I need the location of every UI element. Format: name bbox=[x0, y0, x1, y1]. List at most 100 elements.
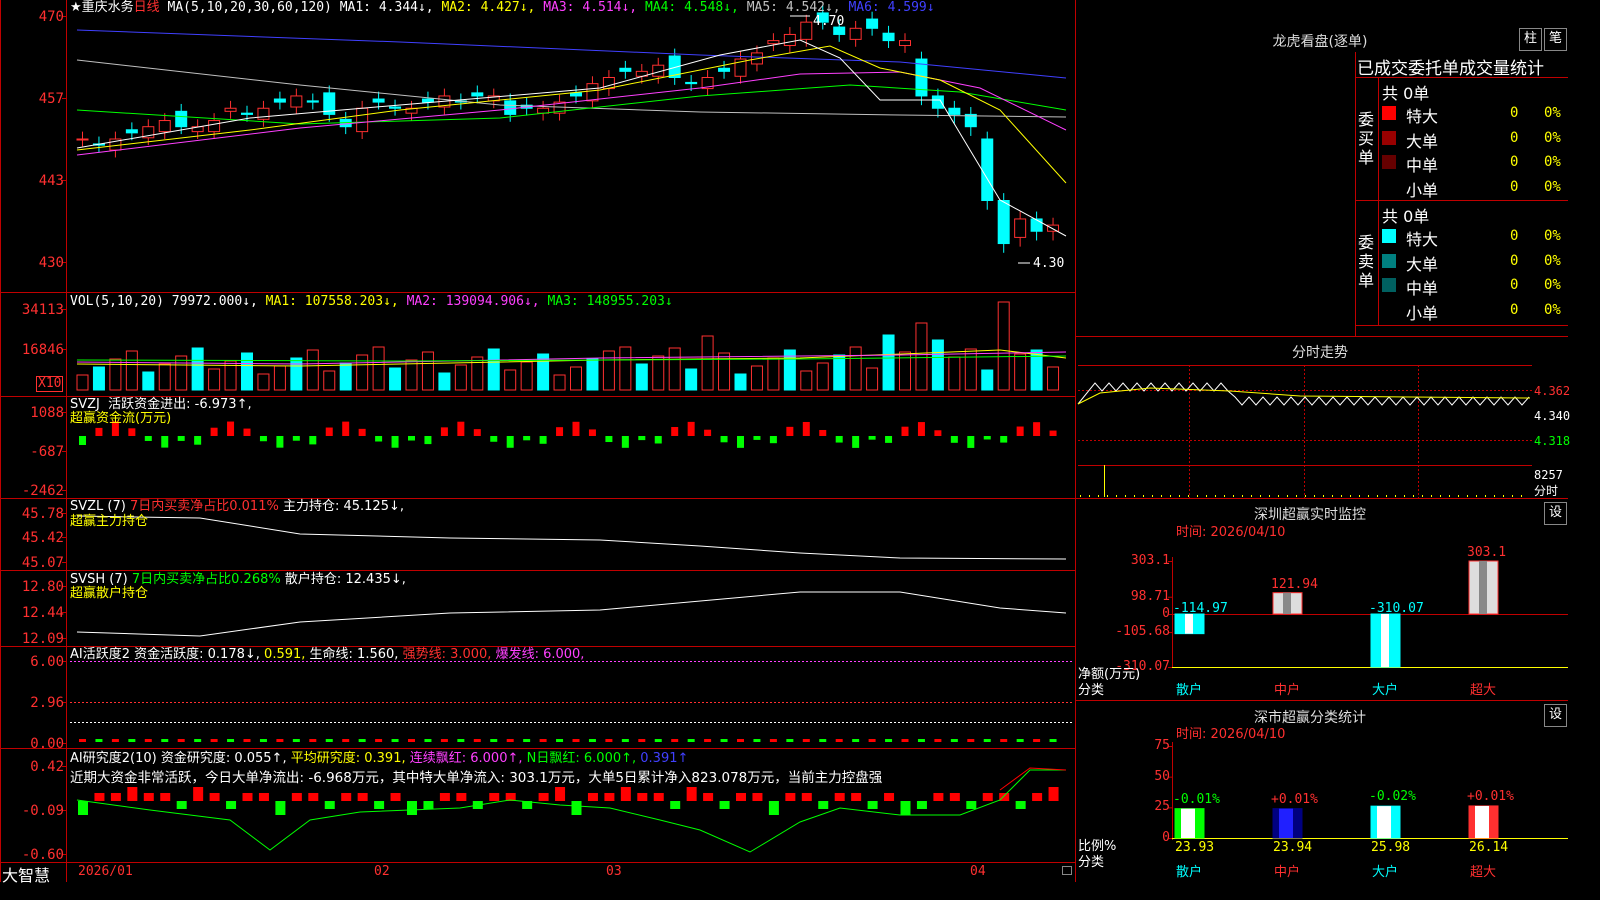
retail-holding-line bbox=[76, 591, 1067, 637]
svzj-y-label: 1088 bbox=[30, 405, 64, 421]
classify-category: 大户 bbox=[1372, 865, 1399, 880]
flow-bar bbox=[753, 436, 761, 440]
vol-unit-badge[interactable]: X10 bbox=[36, 376, 64, 392]
activity-bar bbox=[440, 739, 448, 742]
period-label[interactable]: 日线 bbox=[134, 0, 160, 15]
buy-side-label: 委买单 bbox=[1357, 110, 1374, 167]
classify-bar-highlight bbox=[1475, 805, 1489, 838]
monitor-category-label: 分类 bbox=[1078, 683, 1105, 698]
ma2-value: MA2: 4.427↓, bbox=[441, 0, 536, 15]
activity-bar bbox=[276, 739, 284, 742]
flow-bar bbox=[835, 436, 843, 443]
buy-type: 中单 bbox=[1406, 156, 1439, 175]
research-bar bbox=[686, 787, 697, 801]
candlestick bbox=[241, 112, 253, 115]
monitor-bar-highlight bbox=[1381, 614, 1389, 667]
research-bar bbox=[555, 787, 566, 801]
flow-bar bbox=[687, 421, 695, 436]
volume-bar bbox=[750, 365, 763, 391]
research-bar bbox=[374, 801, 385, 809]
stock-chart-canvas[interactable] bbox=[0, 0, 1568, 882]
ai2-n-day-red: N日飘红: 6.000↑, bbox=[526, 751, 637, 766]
sell-row: 中单 0 0% bbox=[1380, 275, 1568, 298]
svzj-title: SVZJ bbox=[70, 397, 100, 412]
flow-bar bbox=[605, 436, 613, 443]
volume-bar bbox=[372, 346, 385, 391]
sell-row: 特大 0 0% bbox=[1380, 226, 1568, 249]
research-bar bbox=[620, 787, 631, 801]
research-bar bbox=[209, 793, 220, 801]
research-bar bbox=[818, 801, 829, 809]
activity-bar bbox=[868, 739, 876, 742]
color-swatch bbox=[1382, 278, 1396, 292]
activity-bar bbox=[917, 739, 925, 742]
activity-bar bbox=[967, 739, 975, 742]
research-bar bbox=[966, 801, 977, 809]
intraday-bottom-label: 分时 bbox=[1534, 484, 1559, 498]
research-curve-red bbox=[999, 767, 1067, 791]
activity-bar bbox=[210, 739, 218, 742]
intraday-price-label: 4.362 bbox=[1534, 384, 1571, 398]
buy-percent: 0% bbox=[1544, 105, 1561, 121]
volume-bar bbox=[241, 352, 253, 391]
research-bar bbox=[226, 801, 237, 809]
ma5-value: MA5: 4.542↓, bbox=[746, 0, 841, 15]
vol-ma2: MA2: 139094.906↓, bbox=[406, 294, 540, 309]
volume-bar bbox=[356, 354, 369, 391]
tick-mode-button[interactable]: 笔 bbox=[1544, 28, 1567, 51]
research-bar bbox=[785, 793, 796, 801]
bar-mode-button[interactable]: 柱 bbox=[1519, 28, 1542, 51]
research-bar bbox=[341, 793, 352, 801]
ai2-research: 资金研究度: 0.055↑, bbox=[160, 751, 287, 766]
monitor-settings-button[interactable]: 设 bbox=[1544, 502, 1567, 525]
monitor-bar-highlight bbox=[1283, 592, 1291, 614]
classify-value-label: 25.98 bbox=[1371, 840, 1411, 855]
candlestick bbox=[1030, 218, 1043, 232]
candlestick bbox=[504, 100, 517, 115]
volume-bar bbox=[323, 370, 336, 391]
color-swatch bbox=[1382, 130, 1396, 145]
candlestick bbox=[290, 95, 303, 108]
candlestick bbox=[767, 40, 780, 45]
sell-count: 0 bbox=[1510, 301, 1519, 318]
activity-bar bbox=[161, 739, 169, 742]
research-bar bbox=[176, 801, 187, 809]
volume-bar bbox=[421, 351, 434, 391]
ma6-value: MA6: 4.599↓ bbox=[848, 0, 935, 15]
sell-percent: 0% bbox=[1544, 228, 1561, 244]
sell-row: 大单 0 0% bbox=[1380, 251, 1568, 274]
research-bar bbox=[916, 801, 927, 809]
research-bar bbox=[949, 793, 960, 801]
flow-bar bbox=[243, 428, 251, 436]
sell-percent: 0% bbox=[1544, 301, 1561, 318]
activity-bar bbox=[144, 739, 152, 742]
svzj-y-label: -2462 bbox=[21, 483, 64, 499]
stock-name: ★重庆水务 bbox=[70, 0, 134, 15]
volume-bar bbox=[76, 374, 89, 391]
color-swatch bbox=[1382, 302, 1396, 317]
brand-logo[interactable]: 大智慧 bbox=[2, 862, 50, 886]
svzl-y-label: 45.07 bbox=[21, 555, 64, 571]
classify-settings-button[interactable]: 设 bbox=[1544, 704, 1567, 727]
vol-y-label: 34113 bbox=[21, 302, 64, 318]
research-bar bbox=[982, 793, 993, 801]
activity-bar bbox=[391, 739, 399, 742]
monitor-category: 大户 bbox=[1372, 683, 1399, 698]
volume-bar bbox=[619, 346, 632, 391]
candlestick bbox=[158, 120, 171, 133]
svzl-value: 主力持仓: 45.125↓, bbox=[282, 499, 404, 514]
activity-bar bbox=[753, 739, 761, 742]
classify-delta-label: -0.02% bbox=[1369, 789, 1416, 805]
classify-value-label: 23.94 bbox=[1273, 840, 1313, 855]
flow-bar bbox=[177, 436, 185, 441]
activity-bar bbox=[852, 739, 860, 742]
activity-bar bbox=[934, 739, 942, 742]
dragon-panel-title: 龙虎看盘(逐单) bbox=[1272, 34, 1368, 50]
color-swatch bbox=[1382, 106, 1396, 120]
activity-bar bbox=[819, 739, 827, 742]
buy-row: 小单 0 0% bbox=[1380, 177, 1568, 200]
lock-icon[interactable] bbox=[1062, 866, 1072, 875]
ai1-y-label: 2.96 bbox=[30, 695, 64, 711]
svsh-y-label: 12.44 bbox=[21, 605, 64, 621]
research-bar bbox=[1032, 793, 1043, 801]
